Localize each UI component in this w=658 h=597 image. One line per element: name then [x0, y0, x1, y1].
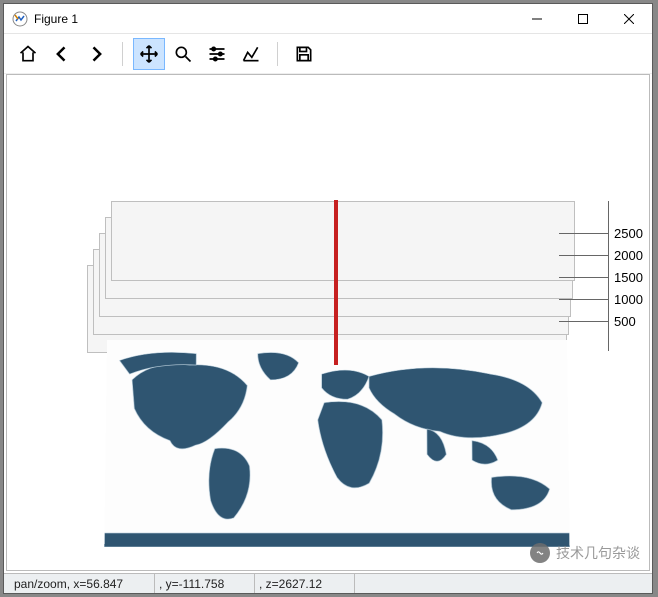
forward-button[interactable] [80, 38, 112, 70]
statusbar: pan/zoom, x=56.847 , y=-111.758 , z=2627… [4, 573, 652, 593]
z-tick-label: 1500 [614, 270, 643, 285]
close-button[interactable] [606, 4, 652, 33]
figure-window: Figure 1 [3, 3, 653, 594]
toolbar-separator [122, 42, 123, 66]
pan-button[interactable] [133, 38, 165, 70]
watermark: 技术几句杂谈 [530, 543, 640, 563]
edit-axis-button[interactable] [235, 38, 267, 70]
minimize-button[interactable] [514, 4, 560, 33]
home-button[interactable] [12, 38, 44, 70]
status-mode: pan/zoom, [14, 577, 70, 591]
maximize-button[interactable] [560, 4, 606, 33]
z-tick: 500 [559, 321, 609, 322]
plot-3d-axes: 500 1000 1500 2000 2500 [87, 145, 607, 555]
z-tick-label: 2000 [614, 248, 643, 263]
status-mode-x: pan/zoom, x=56.847 [10, 574, 155, 593]
z-tick-label: 1000 [614, 292, 643, 307]
plot-canvas[interactable]: 500 1000 1500 2000 2500 [6, 74, 650, 571]
z-tick: 1000 [559, 299, 609, 300]
watermark-icon [530, 543, 550, 563]
window-title: Figure 1 [34, 12, 514, 26]
titlebar: Figure 1 [4, 4, 652, 34]
data-bar [334, 200, 338, 365]
z-tick: 1500 [559, 277, 609, 278]
back-button[interactable] [46, 38, 78, 70]
window-controls [514, 4, 652, 33]
status-z: , z=2627.12 [255, 574, 355, 593]
zoom-button[interactable] [167, 38, 199, 70]
configure-subplots-button[interactable] [201, 38, 233, 70]
watermark-text: 技术几句杂谈 [556, 543, 640, 563]
z-tick-label: 2500 [614, 226, 643, 241]
z-axis-edge [608, 201, 609, 351]
z-tick-label: 500 [614, 314, 636, 329]
save-button[interactable] [288, 38, 320, 70]
world-map-plane [104, 340, 570, 547]
z-plane [111, 201, 575, 281]
app-icon [12, 11, 28, 27]
toolbar-separator [277, 42, 278, 66]
status-y: , y=-111.758 [155, 574, 255, 593]
z-tick: 2500 [559, 233, 609, 234]
status-x: x=56.847 [73, 577, 123, 591]
toolbar [4, 34, 652, 74]
z-tick: 2000 [559, 255, 609, 256]
